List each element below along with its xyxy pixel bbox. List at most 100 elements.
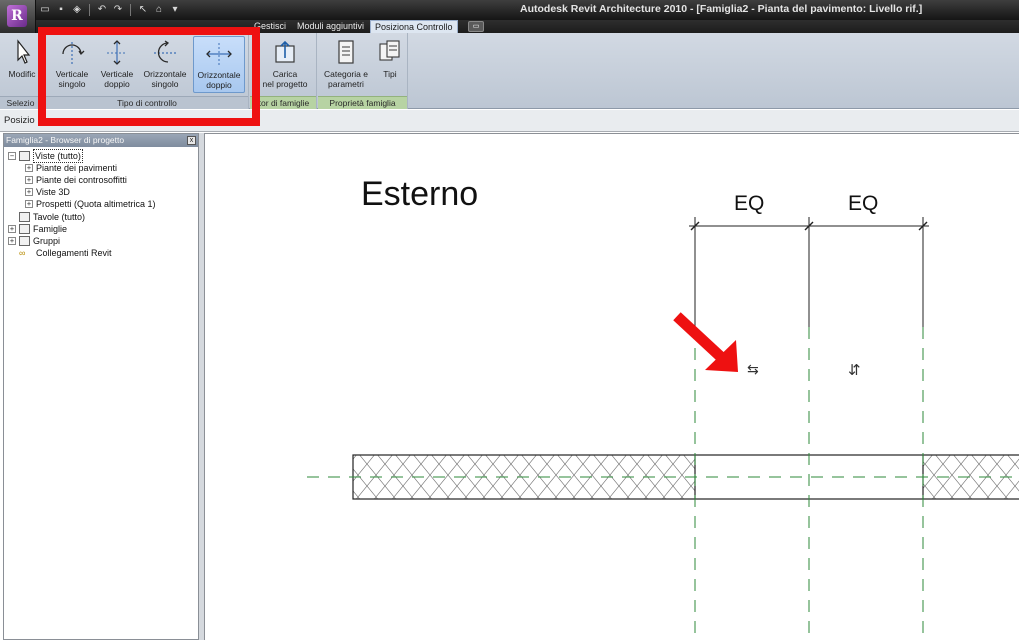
- tree-item-revit-links[interactable]: ∞ Collegamenti Revit: [19, 247, 112, 259]
- vertical-double-label-1: Verticale: [100, 69, 134, 79]
- horizontal-double-label-1: Orizzontale: [197, 70, 241, 80]
- tree-item-sheets[interactable]: Tavole (tutto): [19, 211, 85, 223]
- panel-control-type-label: Tipo di controllo: [46, 96, 248, 109]
- types-icon: [379, 40, 400, 61]
- vertical-double-flip-icon: [107, 40, 127, 65]
- families-icon: [19, 224, 30, 234]
- project-browser-header: Famiglia2 - Browser di progetto x: [4, 134, 198, 147]
- category-parameters-button[interactable]: Categoria e parametri: [321, 36, 371, 93]
- groups-icon: [19, 236, 30, 246]
- vertical-single-label-1: Verticale: [55, 69, 89, 79]
- ribbon: Modific Selezio Verticale singolo Vertic…: [0, 33, 1019, 109]
- load-into-project-icon: [275, 40, 295, 63]
- tab-moduli-aggiuntivi[interactable]: Moduli aggiuntivi: [293, 20, 368, 33]
- options-bar: Posizio: [0, 110, 1019, 132]
- category-parameters-label-1: Categoria e: [324, 69, 368, 79]
- exterior-label[interactable]: Esterno: [361, 175, 478, 213]
- horizontal-double-label-2: doppio: [206, 80, 232, 90]
- vertical-single-label-2: singolo: [58, 79, 86, 89]
- tree-item-label: Viste (tutto): [33, 149, 83, 163]
- sync-icon[interactable]: ◈: [70, 3, 84, 17]
- expand-icon[interactable]: +: [25, 200, 33, 208]
- revit-window: ▭ ▪ ◈ ↶ ↷ ↖ ⌂ ▾ Autodesk Revit Architect…: [0, 0, 1019, 640]
- modify-label: Modific: [8, 69, 36, 79]
- ribbon-tab-row: Gestisci Moduli aggiuntivi Posiziona Con…: [0, 20, 1019, 33]
- home-3d-icon[interactable]: ⌂: [152, 3, 166, 17]
- horizontal-single-flip-icon: [154, 40, 176, 63]
- expand-icon[interactable]: +: [8, 225, 16, 233]
- tree-item-label: Gruppi: [33, 236, 61, 246]
- measure-icon[interactable]: ↖: [136, 3, 150, 17]
- minimize-ribbon-icon[interactable]: ▭: [468, 21, 484, 32]
- project-browser: Famiglia2 - Browser di progetto x − Vist…: [3, 133, 199, 640]
- panel-selection: Modific Selezio: [0, 33, 42, 109]
- tab-gestisci[interactable]: Gestisci: [250, 20, 290, 33]
- tree-item-label: Tavole (tutto): [33, 212, 86, 222]
- vertical-double-button[interactable]: Verticale doppio: [96, 36, 138, 93]
- open-icon[interactable]: ▭: [38, 3, 52, 17]
- qat-separator: [89, 4, 90, 16]
- undo-icon[interactable]: ↶: [95, 3, 109, 17]
- close-icon[interactable]: x: [187, 136, 196, 145]
- revit-logo-icon: R: [7, 5, 27, 27]
- quick-access-toolbar: ▭ ▪ ◈ ↶ ↷ ↖ ⌂ ▾: [38, 2, 182, 18]
- types-label: Tipi: [383, 69, 397, 79]
- tree-item-label: Piante dei pavimenti: [36, 163, 118, 173]
- panel-family-properties: Categoria e parametri Tipi Proprietà fam…: [318, 33, 408, 109]
- vertical-double-label-2: doppio: [104, 79, 130, 89]
- save-icon[interactable]: ▪: [54, 3, 68, 17]
- category-parameters-label-2: parametri: [328, 79, 364, 89]
- panel-control-type: Verticale singolo Verticale doppio Orizz…: [46, 33, 249, 109]
- window-title: Autodesk Revit Architecture 2010 - [Fami…: [520, 3, 923, 15]
- tree-item-viste[interactable]: − Viste (tutto): [8, 149, 83, 163]
- dimension-eq-left[interactable]: EQ: [734, 192, 764, 215]
- tree-item-families[interactable]: + Famiglie: [8, 223, 67, 235]
- project-browser-title: Famiglia2 - Browser di progetto: [6, 135, 125, 145]
- application-menu-button[interactable]: R: [0, 0, 36, 33]
- title-bar: ▭ ▪ ◈ ↶ ↷ ↖ ⌂ ▾ Autodesk Revit Architect…: [0, 0, 1019, 20]
- views-icon: [19, 151, 30, 161]
- vertical-flip-control-icon[interactable]: ⇵: [848, 361, 861, 379]
- tree-item-elevations[interactable]: + Prospetti (Quota altimetrica 1): [25, 198, 156, 210]
- tree-item-label: Famiglie: [33, 224, 68, 234]
- load-into-project-label-1: Carica: [272, 69, 298, 79]
- expand-icon[interactable]: +: [25, 176, 33, 184]
- expand-icon[interactable]: +: [25, 188, 33, 196]
- tree-item-groups[interactable]: + Gruppi: [8, 235, 60, 247]
- horizontal-single-button[interactable]: Orizzontale singolo: [140, 36, 190, 93]
- tree-item-label: Piante dei controsoffitti: [36, 175, 127, 185]
- drawing-canvas[interactable]: Esterno EQ EQ ⇆ ⇵: [205, 134, 1019, 640]
- collapse-icon[interactable]: −: [8, 152, 16, 160]
- redo-icon[interactable]: ↷: [111, 3, 125, 17]
- tree-item-label: Collegamenti Revit: [36, 248, 112, 258]
- qat-separator: [130, 4, 131, 16]
- tree-item-floor-plans[interactable]: + Piante dei pavimenti: [25, 162, 117, 174]
- vertical-single-flip-icon: [62, 42, 85, 64]
- vertical-single-button[interactable]: Verticale singolo: [50, 36, 94, 93]
- tree-item-3d-views[interactable]: + Viste 3D: [25, 186, 70, 198]
- cursor-arrow-icon: [17, 39, 31, 64]
- revit-links-icon: ∞: [19, 248, 26, 258]
- dimension-eq-right[interactable]: EQ: [848, 192, 878, 215]
- drawing-area[interactable]: Esterno EQ EQ ⇆ ⇵: [204, 133, 1019, 640]
- horizontal-double-button[interactable]: Orizzontale doppio: [193, 36, 245, 93]
- panel-family-properties-label: Proprietà famiglia: [318, 96, 407, 109]
- tree-item-ceiling-plans[interactable]: + Piante dei controsoffitti: [25, 174, 127, 186]
- qat-dropdown-icon[interactable]: ▾: [168, 3, 182, 17]
- types-button[interactable]: Tipi: [375, 36, 405, 93]
- tree-item-label: Viste 3D: [36, 187, 70, 197]
- load-into-project-button[interactable]: Carica nel progetto: [256, 36, 314, 93]
- horizontal-single-label-2: singolo: [151, 79, 179, 89]
- horizontal-flip-control-icon[interactable]: ⇆: [747, 362, 759, 378]
- expand-icon[interactable]: +: [25, 164, 33, 172]
- horizontal-double-flip-icon: [206, 43, 232, 65]
- load-into-project-label-2: nel progetto: [262, 79, 308, 89]
- panel-selection-label: Selezio: [0, 96, 41, 109]
- category-parameters-icon: [338, 40, 354, 64]
- annotation-arrow: [673, 312, 738, 372]
- sheets-icon: [19, 212, 30, 222]
- tab-posiziona-controllo[interactable]: Posiziona Controllo: [370, 20, 458, 33]
- horizontal-single-label-1: Orizzontale: [143, 69, 187, 79]
- modify-button[interactable]: Modific: [4, 36, 40, 93]
- expand-icon[interactable]: +: [8, 237, 16, 245]
